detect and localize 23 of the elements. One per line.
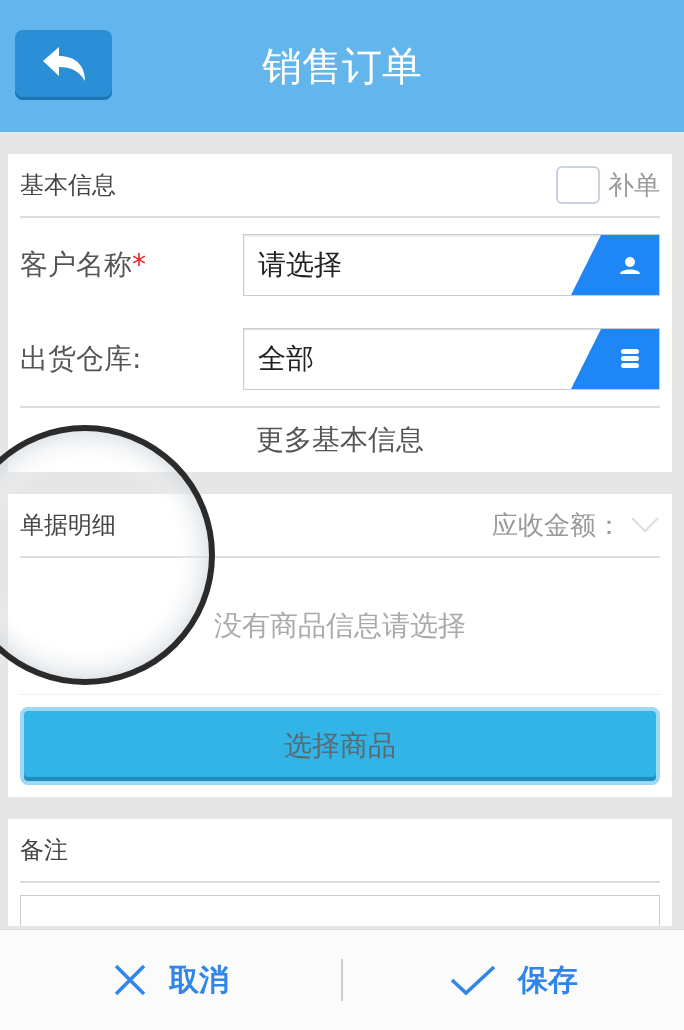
picker-button[interactable] [571, 329, 659, 389]
cancel-button[interactable]: 取消 [0, 958, 341, 1002]
check-icon [449, 964, 496, 996]
field-label: 出货仓库: [20, 341, 143, 377]
more-info-link[interactable]: 更多基本信息 [256, 421, 424, 459]
checkbox-label: 补单 [608, 168, 660, 202]
checkbox[interactable] [556, 166, 600, 204]
select-field[interactable]: 请选择 [243, 234, 660, 296]
remarks-field[interactable] [20, 895, 660, 926]
person-icon [620, 257, 640, 274]
select-field[interactable]: 全部 [243, 328, 660, 390]
database-icon [621, 349, 639, 368]
section-title: 基本信息 [20, 170, 116, 201]
amount-label: 应收金额： [492, 508, 622, 542]
page-title: 销售订单 [261, 41, 423, 91]
field-label: 客户名称* [20, 247, 147, 283]
empty-message: 没有商品信息请选择 [214, 608, 466, 644]
back-button[interactable] [15, 30, 112, 100]
picker-button[interactable] [571, 235, 659, 295]
section-title: 单据明细 [20, 510, 116, 541]
save-button[interactable]: 保存 [343, 958, 684, 1002]
close-icon [112, 963, 147, 997]
section-title: 备注 [20, 835, 68, 866]
